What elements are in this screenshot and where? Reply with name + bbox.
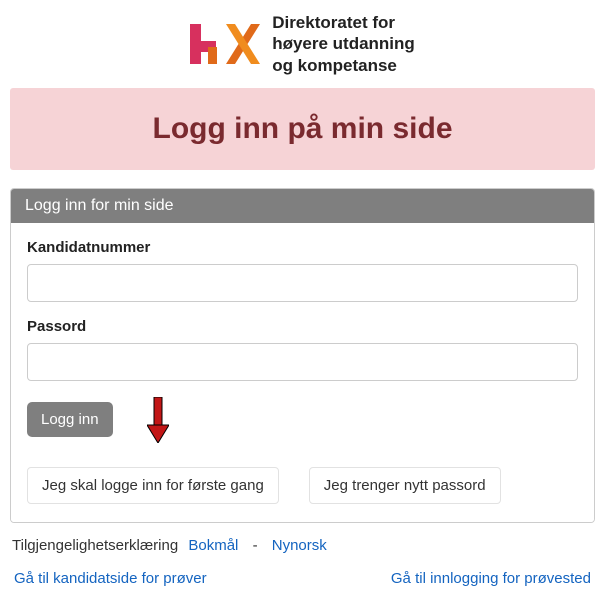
org-line3: og kompetanse [272, 55, 415, 76]
site-header: Direktoratet for høyere utdanning og kom… [10, 8, 595, 88]
org-line1: Direktoratet for [272, 12, 415, 33]
footer-row-1: Tilgjengelighetserklæring Bokmål - Nynor… [10, 533, 595, 570]
need-new-password-button[interactable]: Jeg trenger nytt passord [309, 467, 501, 504]
testsite-login-link[interactable]: Gå til innlogging for prøvested [391, 570, 591, 587]
login-card-header: Logg inn for min side [11, 189, 594, 223]
arrow-down-icon [147, 397, 169, 443]
first-time-login-button[interactable]: Jeg skal logge inn for første gang [27, 467, 279, 504]
candidate-number-input[interactable] [27, 264, 578, 302]
login-card: Logg inn for min side Kandidatnummer Pas… [10, 188, 595, 523]
password-label: Passord [27, 318, 578, 335]
password-input[interactable] [27, 343, 578, 381]
language-bokmal-link[interactable]: Bokmål [188, 537, 238, 554]
footer-row-2: Gå til kandidatside for prøver Gå til in… [10, 570, 595, 587]
candidate-number-label: Kandidatnummer [27, 239, 578, 256]
login-card-body: Kandidatnummer Passord Logg inn Jeg skal… [11, 223, 594, 522]
page-title: Logg inn på min side [153, 112, 453, 145]
accessibility-statement: Tilgjengelighetserklæring [12, 537, 178, 554]
separator: - [253, 537, 258, 554]
page-title-banner: Logg inn på min side [10, 88, 595, 170]
org-line2: høyere utdanning [272, 33, 415, 54]
candidate-page-link[interactable]: Gå til kandidatside for prøver [14, 570, 207, 587]
org-name: Direktoratet for høyere utdanning og kom… [272, 12, 415, 76]
login-button[interactable]: Logg inn [27, 402, 113, 437]
logo-icon [190, 20, 260, 68]
language-nynorsk-link[interactable]: Nynorsk [272, 537, 327, 554]
